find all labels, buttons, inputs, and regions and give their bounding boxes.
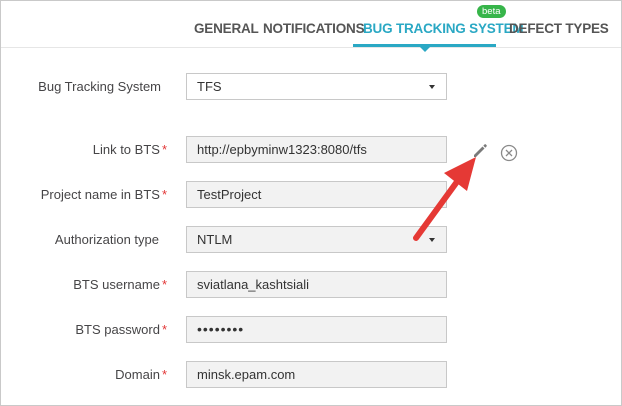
- domain-field[interactable]: minsk.epam.com: [186, 361, 447, 388]
- bts-select-value: TFS: [197, 79, 222, 94]
- auth-label-text: Authorization type: [54, 232, 159, 247]
- domain-label: Domain *: [7, 367, 167, 382]
- circle-x-icon[interactable]: [499, 143, 519, 163]
- domain-value: minsk.epam.com: [197, 367, 296, 382]
- username-value: sviatlana_kashtsiali: [197, 277, 310, 292]
- password-value: ••••••••: [197, 321, 245, 337]
- tab-notifications[interactable]: NOTIFICATIONS: [263, 21, 365, 36]
- project-label: Project name in BTS *: [7, 187, 167, 202]
- tab-general[interactable]: GENERAL: [194, 21, 259, 36]
- link-label: Link to BTS *: [7, 142, 167, 157]
- required-marker: *: [161, 142, 167, 157]
- password-field[interactable]: ••••••••: [186, 316, 447, 343]
- required-marker: *: [161, 367, 167, 382]
- auth-label: Authorization type: [0, 232, 159, 247]
- beta-badge: beta: [477, 5, 506, 18]
- required-marker: *: [161, 187, 167, 202]
- chevron-down-icon: [429, 238, 435, 242]
- password-label-text: BTS password: [75, 322, 160, 337]
- settings-tabs: GENERAL NOTIFICATIONS BUG TRACKING SYSTE…: [1, 1, 621, 52]
- settings-panel: GENERAL NOTIFICATIONS BUG TRACKING SYSTE…: [0, 0, 622, 406]
- project-value: TestProject: [197, 187, 262, 202]
- domain-label-text: Domain: [115, 367, 160, 382]
- bts-label: Bug Tracking System: [1, 79, 161, 94]
- username-field[interactable]: sviatlana_kashtsiali: [186, 271, 447, 298]
- link-value: http://epbyminw1323:8080/tfs: [197, 142, 367, 157]
- required-marker: *: [161, 322, 167, 337]
- pencil-icon[interactable]: [471, 142, 489, 160]
- auth-select[interactable]: NTLM: [186, 226, 447, 253]
- link-label-text: Link to BTS: [92, 142, 160, 157]
- bts-select[interactable]: TFS: [186, 73, 447, 100]
- password-label: BTS password *: [7, 322, 167, 337]
- required-marker: *: [161, 277, 167, 292]
- username-label-text: BTS username: [73, 277, 160, 292]
- auth-select-value: NTLM: [197, 232, 233, 247]
- project-label-text: Project name in BTS: [40, 187, 160, 202]
- username-label: BTS username *: [7, 277, 167, 292]
- active-tab-caret: [420, 47, 430, 52]
- link-field[interactable]: http://epbyminw1323:8080/tfs: [186, 136, 447, 163]
- tab-defect-types[interactable]: DEFECT TYPES: [509, 21, 609, 36]
- project-field[interactable]: TestProject: [186, 181, 447, 208]
- tab-bug-tracking-system[interactable]: BUG TRACKING SYSTEM: [363, 21, 524, 36]
- chevron-down-icon: [429, 85, 435, 89]
- tabs-divider: [1, 47, 621, 48]
- bts-label-text: Bug Tracking System: [38, 79, 161, 94]
